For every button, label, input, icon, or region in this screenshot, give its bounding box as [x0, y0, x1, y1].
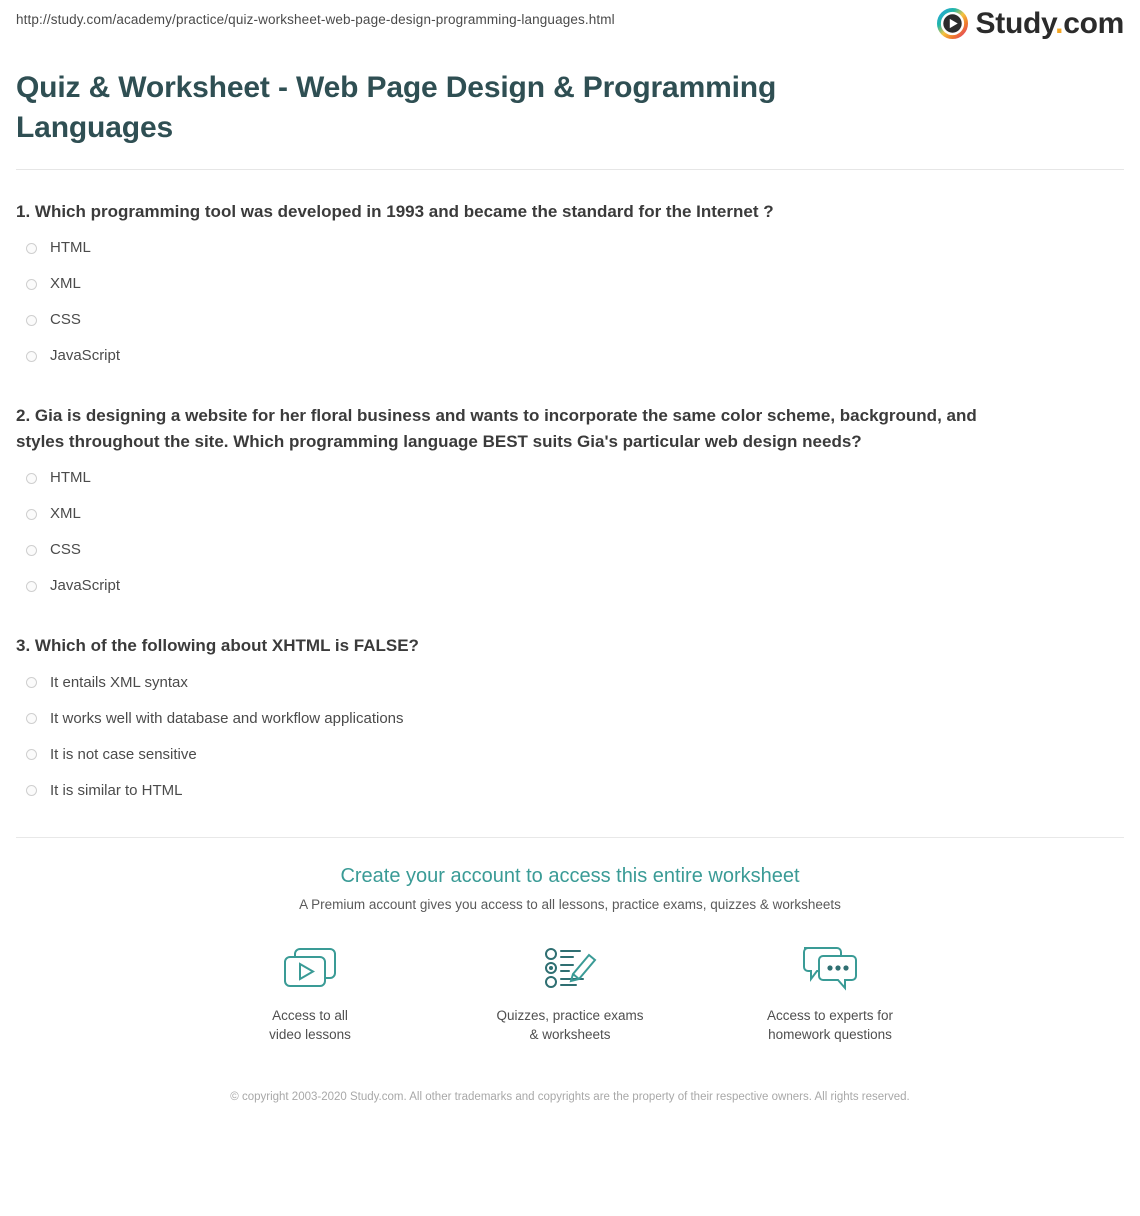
radio-button-icon[interactable] — [26, 314, 37, 326]
options-list: HTML XML CSS JavaScript — [16, 460, 1124, 604]
question-block-2: 2. Gia is designing a website for her fl… — [16, 374, 1124, 604]
option-label: It is not case sensitive — [50, 745, 197, 763]
question-text: 2. Gia is designing a website for her fl… — [16, 406, 977, 451]
option-row[interactable]: HTML — [16, 230, 1124, 266]
option-row[interactable]: CSS — [16, 532, 1124, 568]
option-label: CSS — [50, 541, 81, 559]
option-row[interactable]: JavaScript — [16, 568, 1124, 604]
chat-bubbles-icon — [756, 940, 904, 996]
feature-label: Quizzes, practice exams & worksheets — [496, 1007, 644, 1045]
option-row[interactable]: It entails XML syntax — [16, 665, 1124, 701]
option-row[interactable]: It is not case sensitive — [16, 737, 1124, 773]
question-block-1: 1. Which programming tool was developed … — [16, 170, 1124, 375]
feature-video-lessons: Access to all video lessons — [236, 940, 384, 1045]
logo-word: Study — [975, 6, 1056, 40]
radio-button-icon[interactable] — [26, 472, 37, 484]
copyright-text: © copyright 2003-2020 Study.com. All oth… — [230, 1091, 910, 1104]
question-block-3: 3. Which of the following about XHTML is… — [16, 604, 1124, 809]
option-row[interactable]: CSS — [16, 302, 1124, 338]
page-header: http://study.com/academy/practice/quiz-w… — [0, 0, 1140, 62]
play-circle-icon — [936, 8, 968, 39]
question-text: 1. Which programming tool was developed … — [16, 201, 774, 221]
radio-button-icon[interactable] — [26, 278, 37, 290]
feature-label: Access to all video lessons — [236, 1007, 384, 1045]
radio-button-icon[interactable] — [26, 749, 37, 761]
option-label: XML — [50, 505, 81, 523]
feature-label-line2: & worksheets — [529, 1027, 611, 1043]
option-row[interactable]: JavaScript — [16, 338, 1124, 374]
option-label: XML — [50, 275, 81, 293]
feature-label-line2: homework questions — [768, 1027, 892, 1043]
cta-title[interactable]: Create your account to access this entir… — [16, 863, 1124, 889]
title-section: Quiz & Worksheet - Web Page Design & Pro… — [0, 62, 1140, 148]
feature-label: Access to experts for homework questions — [756, 1007, 904, 1045]
features-row: Access to all video lessons Quizzes, pra… — [16, 940, 1124, 1045]
questions-list: 1. Which programming tool was developed … — [0, 170, 1140, 809]
feature-label-line2: video lessons — [269, 1027, 351, 1043]
cta-subtitle: A Premium account gives you access to al… — [299, 896, 841, 912]
radio-button-icon[interactable] — [26, 713, 37, 725]
feature-label-line1: Access to all — [272, 1008, 348, 1024]
option-row[interactable]: It works well with database and workflow… — [16, 701, 1124, 737]
option-row[interactable]: It is similar to HTML — [16, 773, 1124, 809]
option-label: CSS — [50, 311, 81, 329]
logo-dot: . — [1055, 6, 1064, 40]
options-list: It entails XML syntax It works well with… — [16, 665, 1124, 809]
option-row[interactable]: HTML — [16, 460, 1124, 496]
radio-button-icon[interactable] — [26, 785, 37, 797]
option-label: JavaScript — [50, 347, 121, 365]
worksheet-page: http://study.com/academy/practice/quiz-w… — [0, 0, 1140, 1216]
cta-section: Create your account to access this entir… — [0, 838, 1140, 1131]
options-list: HTML XML CSS JavaScript — [16, 230, 1124, 374]
option-label: HTML — [50, 239, 91, 257]
radio-button-icon[interactable] — [26, 508, 37, 520]
question-text: 3. Which of the following about XHTML is… — [16, 636, 419, 656]
option-label: HTML — [50, 469, 91, 487]
feature-quizzes: Quizzes, practice exams & worksheets — [496, 940, 644, 1045]
radio-button-icon[interactable] — [26, 242, 37, 254]
feature-label-line1: Quizzes, practice exams — [496, 1008, 644, 1024]
option-label: It works well with database and workflow… — [50, 709, 404, 727]
page-url: http://study.com/academy/practice/quiz-w… — [16, 12, 615, 27]
radio-button-icon[interactable] — [26, 677, 37, 689]
radio-button-icon[interactable] — [26, 544, 37, 556]
study-com-logo[interactable]: Study.com — [936, 6, 1125, 40]
logo-wordmark: Study.com — [975, 6, 1125, 40]
quiz-pencil-icon — [496, 940, 644, 996]
radio-button-icon[interactable] — [26, 350, 37, 362]
feature-label-line1: Access to experts for — [766, 1008, 894, 1024]
feature-experts: Access to experts for homework questions — [756, 940, 904, 1045]
option-row[interactable]: XML — [16, 496, 1124, 532]
page-title: Quiz & Worksheet - Web Page Design & Pro… — [16, 71, 777, 144]
video-lessons-icon — [236, 940, 384, 996]
option-label: It is similar to HTML — [50, 781, 183, 799]
radio-button-icon[interactable] — [26, 580, 37, 592]
option-label: It entails XML syntax — [50, 673, 188, 691]
logo-suffix: com — [1063, 6, 1124, 40]
option-row[interactable]: XML — [16, 266, 1124, 302]
option-label: JavaScript — [50, 577, 121, 595]
